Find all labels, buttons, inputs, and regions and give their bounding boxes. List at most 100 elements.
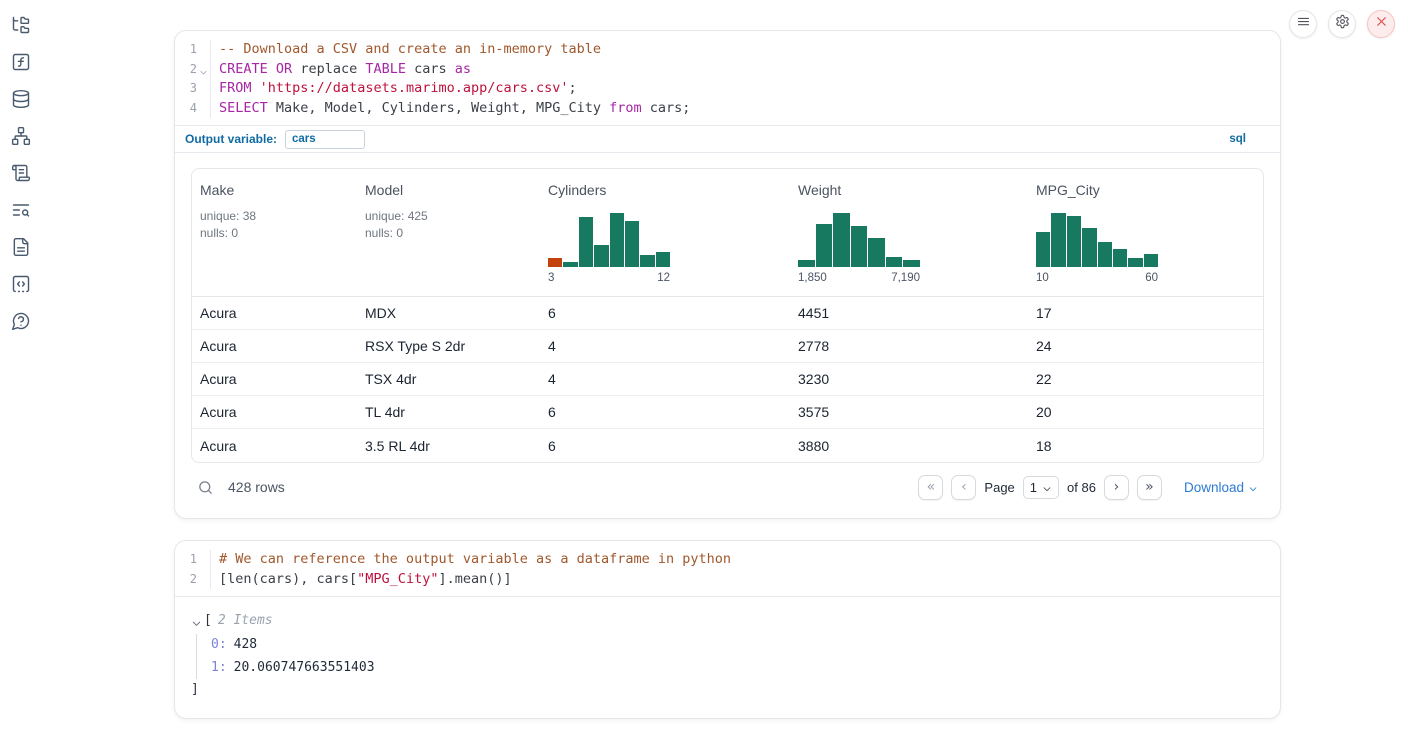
sidebar-item-chat[interactable] (10, 312, 32, 334)
first-page-button[interactable]: « (918, 475, 943, 500)
table-cell: 18 (1028, 438, 1263, 454)
table-row: AcuraRSX Type S 2dr4277824 (192, 330, 1263, 363)
function-square-icon (11, 52, 31, 77)
table-cell: 3575 (790, 404, 1028, 420)
pagination: « ‹ Page 1 of 86 › » Download (918, 475, 1258, 500)
histogram-bar (640, 255, 654, 267)
column-name: MPG_City (1036, 181, 1255, 199)
line-number: 1 (175, 40, 197, 60)
shutdown-button[interactable] (1367, 10, 1395, 38)
histogram-axis-labels: 1,850 7,190 (798, 271, 920, 286)
cylinders-histogram: 3 12 (548, 213, 670, 286)
code-text: # We can reference the output variable a… (210, 550, 1280, 570)
histogram-bars (548, 213, 670, 267)
table-cell: Acura (192, 438, 357, 454)
axis-tick-label: 1,850 (798, 271, 827, 286)
sidebar-item-tracing[interactable] (10, 201, 32, 223)
table-cell: 3.5 RL 4dr (357, 438, 540, 454)
table-row: AcuraTSX 4dr4323022 (192, 363, 1263, 396)
table-cell: 4451 (790, 305, 1028, 321)
table-cell: 2778 (790, 338, 1028, 354)
column-header-model[interactable]: Model unique: 425 nulls: 0 (357, 169, 540, 296)
histogram-bars (1036, 213, 1158, 267)
column-header-weight[interactable]: Weight 1,850 7,190 (790, 169, 1028, 296)
column-name: Weight (798, 181, 1020, 199)
column-header-mpg-city[interactable]: MPG_City 1060 (1028, 169, 1263, 296)
histogram-bar (833, 213, 850, 267)
code-line: 4SELECT Make, Model, Cylinders, Weight, … (175, 99, 1280, 119)
sidebar (0, 0, 42, 729)
table-cell: 20 (1028, 404, 1263, 420)
table-cell: 4 (540, 338, 790, 354)
histogram-bar (625, 221, 639, 267)
table-cell: 22 (1028, 371, 1263, 387)
notebook-menu-button[interactable] (1289, 10, 1317, 38)
axis-tick-label: 10 (1036, 271, 1049, 286)
table-cell: 6 (540, 305, 790, 321)
previous-page-button[interactable]: ‹ (951, 475, 976, 500)
file-text-icon (11, 237, 31, 262)
sidebar-item-variables[interactable] (10, 53, 32, 75)
tree-entry-value: 20.060747663551403 (234, 660, 375, 675)
code-text: -- Download a CSV and create an in-memor… (210, 40, 1280, 60)
page-select[interactable]: 1 (1023, 476, 1059, 499)
sidebar-item-snippets[interactable] (10, 275, 32, 297)
axis-tick-label: 12 (657, 271, 670, 286)
table-cell: 3880 (790, 438, 1028, 454)
tree-collapse-caret[interactable] (191, 616, 202, 627)
histogram-bar (868, 238, 885, 267)
tree-entries: 0:4281:20.060747663551403 (196, 634, 1264, 679)
column-name: Model (365, 181, 532, 199)
download-button[interactable]: Download (1184, 480, 1258, 495)
output-variable-label: Output variable: (185, 132, 277, 146)
table-row: Acura3.5 RL 4dr6388018 (192, 429, 1263, 462)
histogram-bar (798, 260, 815, 267)
code-text: SELECT Make, Model, Cylinders, Weight, M… (210, 99, 1280, 119)
download-label: Download (1184, 480, 1244, 495)
settings-button[interactable] (1328, 10, 1356, 38)
histogram-bar (1067, 216, 1081, 267)
histogram-bar (1051, 213, 1065, 267)
column-name: Cylinders (548, 181, 782, 199)
next-page-button[interactable]: › (1104, 475, 1129, 500)
sidebar-item-dependencies[interactable] (10, 127, 32, 149)
tree-close-bracket: ] (191, 680, 1264, 700)
folder-tree-icon (11, 15, 31, 40)
data-table: Make unique: 38 nulls: 0 Model unique: 4… (191, 168, 1264, 463)
fold-chevron-icon[interactable] (199, 64, 208, 73)
histogram-bar (1036, 232, 1050, 267)
table-cell: TSX 4dr (357, 371, 540, 387)
histogram-axis-labels: 1060 (1036, 271, 1158, 286)
tree-entry-key: 0: (211, 637, 227, 652)
histogram-bar (656, 252, 670, 267)
table-cell: Acura (192, 404, 357, 420)
code-line: 2[len(cars), cars["MPG_City"].mean()] (175, 570, 1280, 590)
tree-entry: 1:20.060747663551403 (211, 657, 1264, 680)
histogram-bar (1098, 242, 1112, 267)
column-header-make[interactable]: Make unique: 38 nulls: 0 (192, 169, 357, 296)
last-page-button[interactable]: » (1137, 475, 1162, 500)
table-header: Make unique: 38 nulls: 0 Model unique: 4… (192, 169, 1263, 297)
sidebar-item-datasources[interactable] (10, 90, 32, 112)
axis-tick-label: 7,190 (891, 271, 920, 286)
row-count: 428 rows (228, 479, 285, 495)
sql-code-editor[interactable]: 1 -- Download a CSV and create an in-memo… (175, 31, 1280, 125)
histogram-bar (1144, 254, 1158, 267)
table-cell: Acura (192, 305, 357, 321)
sidebar-item-documentation[interactable] (10, 238, 32, 260)
total-pages-label: of 86 (1067, 480, 1096, 495)
output-variable-input[interactable] (285, 130, 365, 149)
chevron-down-icon (1248, 482, 1258, 492)
axis-tick-label: 3 (548, 271, 554, 286)
code-text: [len(cars), cars["MPG_City"].mean()] (210, 570, 1280, 590)
text-search-icon (11, 200, 31, 225)
histogram-bar (886, 257, 903, 267)
sidebar-item-files[interactable] (10, 16, 32, 38)
sidebar-item-logs[interactable] (10, 164, 32, 186)
histogram-bar (816, 224, 833, 267)
column-header-cylinders[interactable]: Cylinders 3 12 (540, 169, 790, 296)
shutdown-close-icon (1374, 14, 1389, 34)
search-icon[interactable] (197, 479, 214, 496)
line-number: 3 (175, 79, 197, 99)
python-code-editor[interactable]: 1# We can reference the output variable … (175, 541, 1280, 596)
